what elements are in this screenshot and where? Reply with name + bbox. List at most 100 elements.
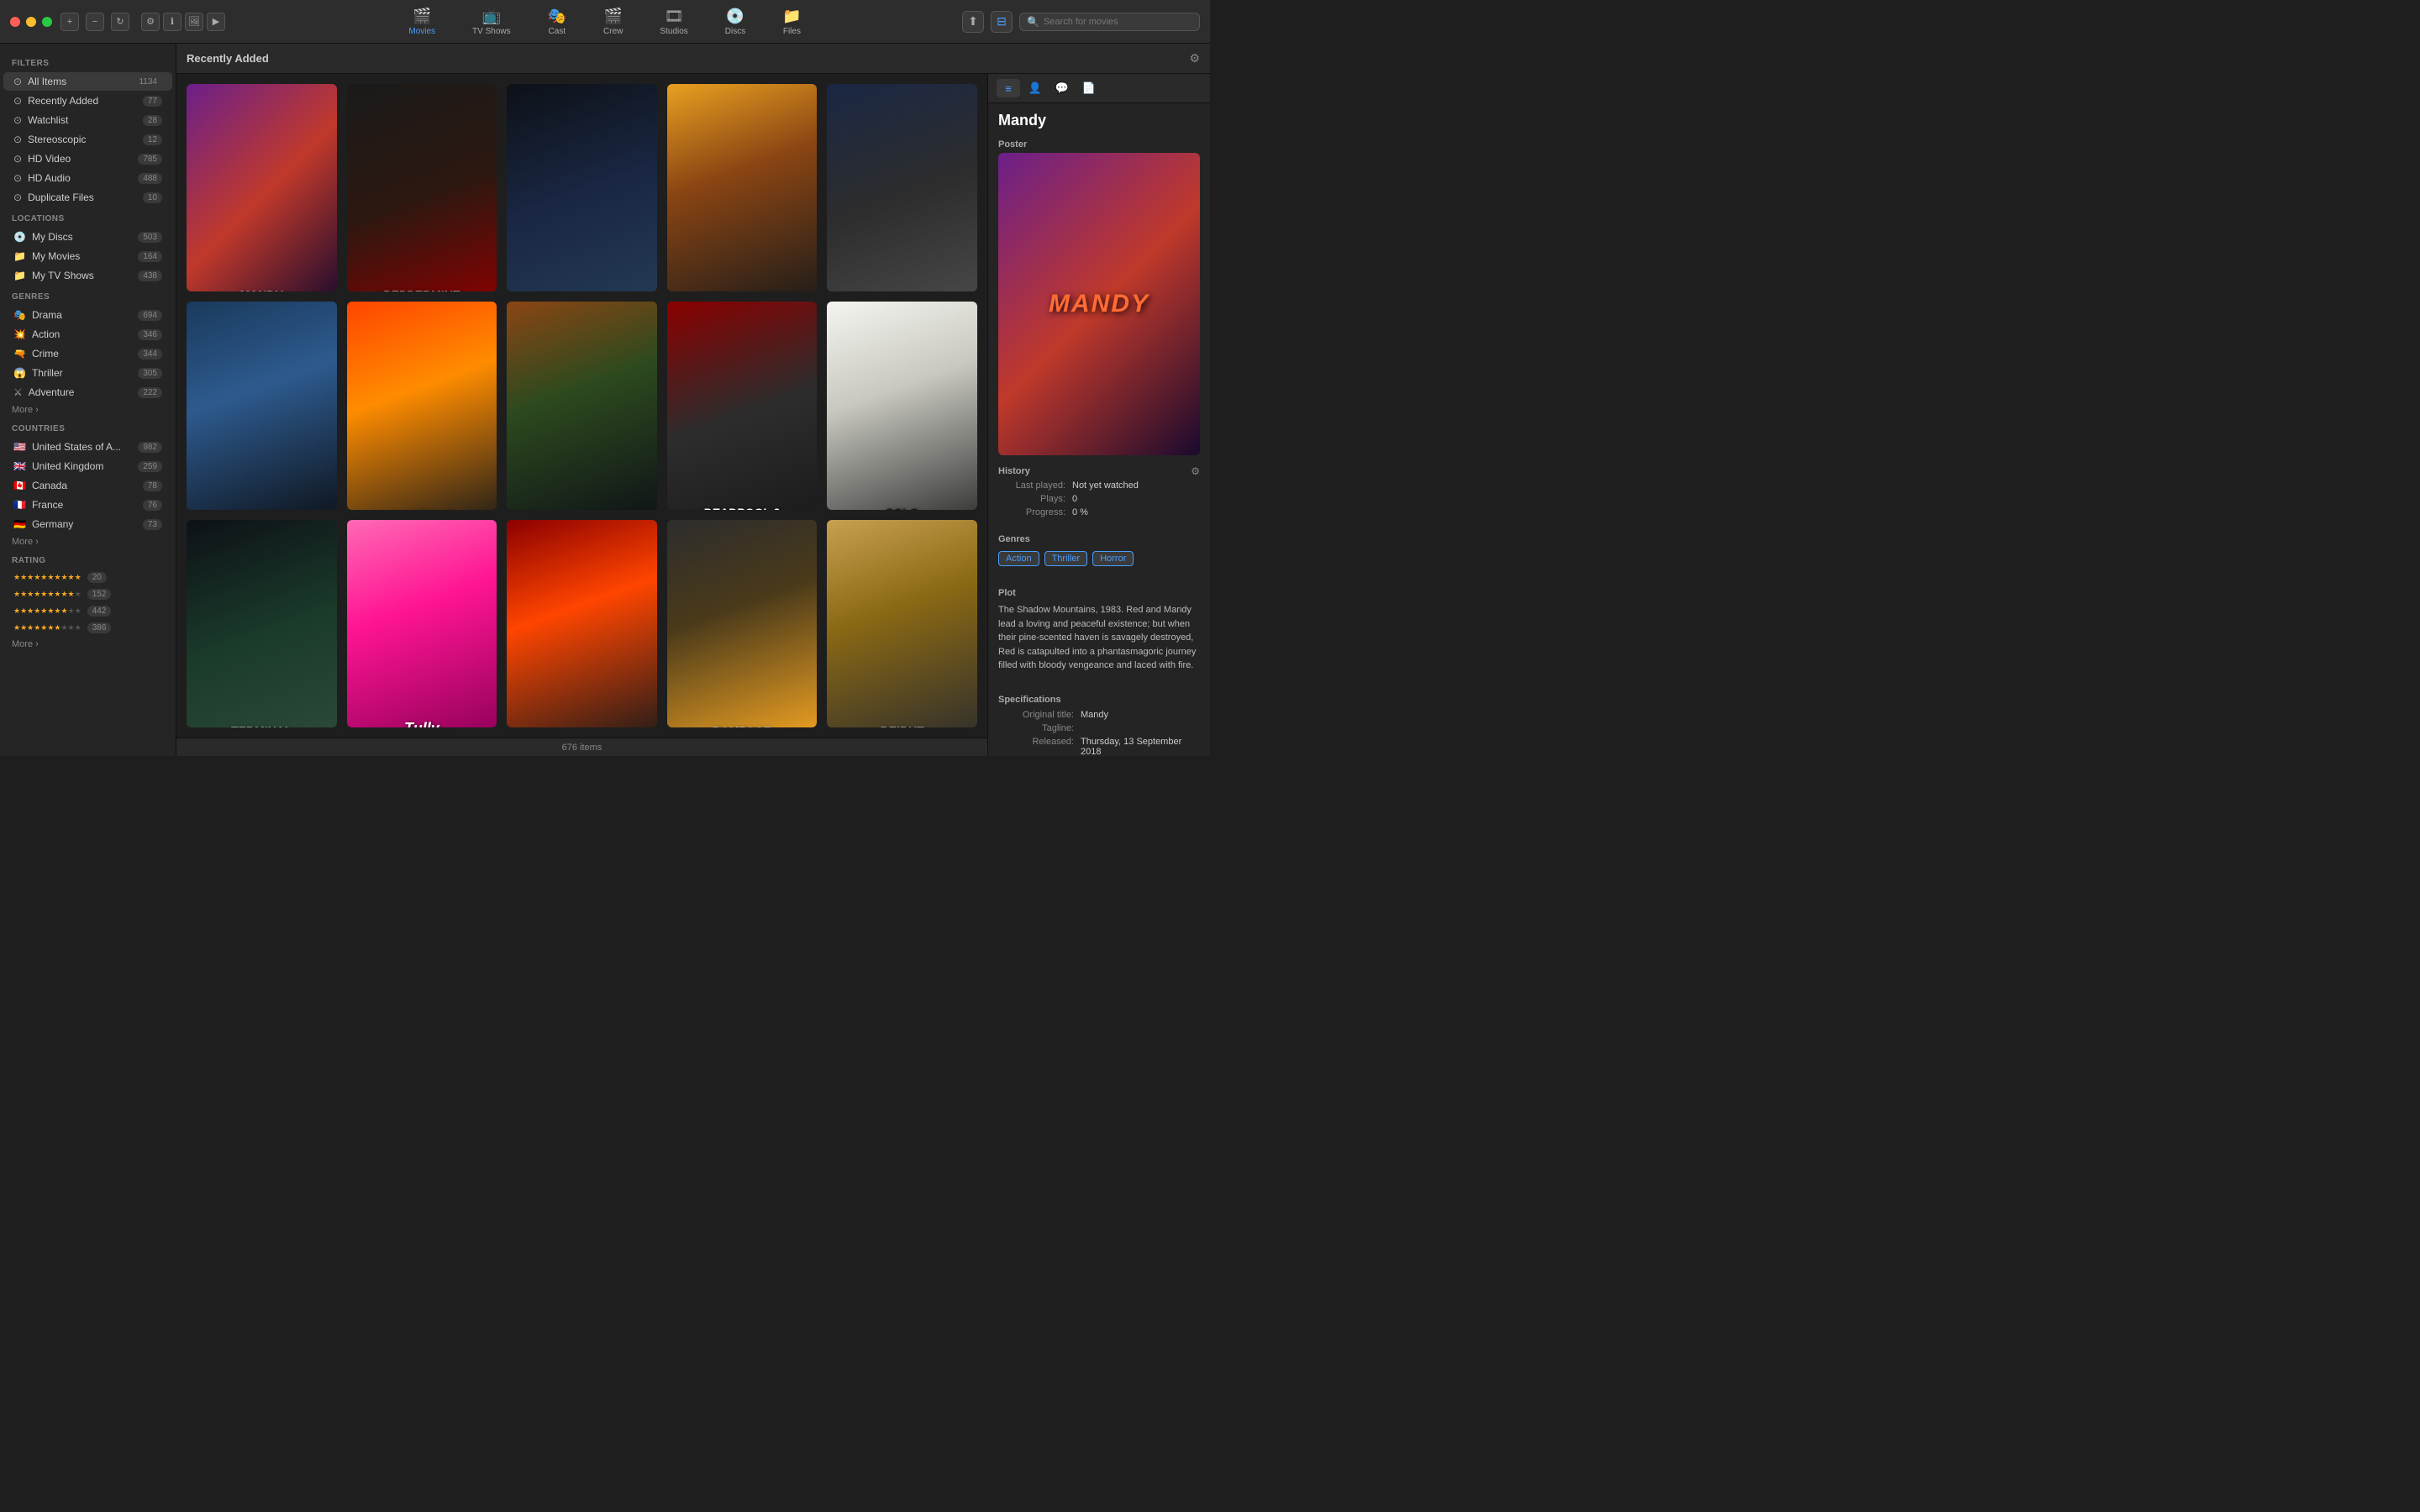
all-items-icon: ⊙ xyxy=(13,76,22,87)
genres-more[interactable]: More › xyxy=(0,402,176,417)
close-button[interactable] xyxy=(10,17,20,27)
history-section: Last played: Not yet watched Plays: 0 Pr… xyxy=(988,479,1210,519)
sidebar-item-watchlist[interactable]: ⊙ Watchlist 28 xyxy=(3,111,172,129)
rating-item-7[interactable]: ★★★★★★★★★★ 386 xyxy=(3,620,172,636)
movie-poster-incredibles: Incredibles 2 xyxy=(347,302,497,509)
detail-tab-chat[interactable]: 💬 xyxy=(1050,79,1074,97)
watchlist-count: 28 xyxy=(143,115,162,126)
movies-icon: 🎬 xyxy=(413,8,431,25)
sidebar-item-germany[interactable]: 🇩🇪 Germany 73 xyxy=(3,515,172,533)
movie-card-deadpool[interactable]: DEADPOOL 2 Deadpool 2 ★★★★★★★ xyxy=(667,302,818,509)
recently-added-count: 77 xyxy=(143,96,162,107)
content-gear-icon[interactable]: ⚙ xyxy=(1189,51,1200,66)
sidebar-item-adventure[interactable]: ⚔ Adventure 222 xyxy=(3,383,172,402)
canada-flag: 🇨🇦 xyxy=(13,480,26,491)
discs-icon: 💿 xyxy=(726,8,744,25)
play-button[interactable]: ▶ xyxy=(207,13,225,31)
info-button[interactable]: ℹ xyxy=(163,13,182,31)
rating-item-10[interactable]: ★★★★★★★★★★ 20 xyxy=(3,570,172,585)
movie-card-incredibles[interactable]: Incredibles 2 Incredibles 2 ★★★★★★★ xyxy=(347,302,497,509)
movie-card-terminal[interactable]: TERMINAL Terminal ★★★★★★ xyxy=(187,520,337,727)
sidebar-item-my-tv-shows[interactable]: 📁 My TV Shows 438 xyxy=(3,266,172,285)
share-button[interactable]: ⬆ xyxy=(962,11,984,33)
movie-poster-silver-lake: UNDER THE SILVER LAKE xyxy=(187,302,337,509)
movie-poster-peppermint: PEPPERMINT xyxy=(347,84,497,291)
tab-cast[interactable]: 🎭 Cast xyxy=(529,4,585,39)
sidebar-item-all-items[interactable]: ⊙ All Items 1134 xyxy=(3,72,172,91)
tab-discs[interactable]: 💿 Discs xyxy=(707,4,764,39)
detail-tab-info[interactable]: ≡ xyxy=(997,79,1020,97)
sidebar-item-recently-added[interactable]: ⊙ Recently Added 77 xyxy=(3,92,172,110)
rating-more[interactable]: More › xyxy=(0,637,176,652)
tab-files[interactable]: 📁 Files xyxy=(764,4,819,39)
movie-card-tully[interactable]: Tully Tully ★★★★★★★ xyxy=(347,520,497,727)
france-flag: 🇫🇷 xyxy=(13,499,26,511)
crime-label: Crime xyxy=(32,348,132,360)
rating-item-9[interactable]: ★★★★★★★★★★ 152 xyxy=(3,586,172,602)
tab-crew[interactable]: 🎬 Crew xyxy=(585,4,641,39)
sidebar-item-action[interactable]: 💥 Action 346 xyxy=(3,325,172,344)
movie-card-silver-lake[interactable]: UNDER THE SILVER LAKE Under the Silver L… xyxy=(187,302,337,509)
search-icon: 🔍 xyxy=(1027,16,1039,28)
titlebar-right: ⬆ ⊟ 🔍 xyxy=(962,11,1200,33)
minimize-button[interactable] xyxy=(26,17,36,27)
nav-tabs: 🎬 Movies 📺 TV Shows 🎭 Cast 🎬 Crew 🎞 Stud… xyxy=(390,4,819,39)
rating-item-8[interactable]: ★★★★★★★★★★ 442 xyxy=(3,603,172,619)
image-button[interactable]: 🖼 xyxy=(185,13,203,31)
sidebar-item-usa[interactable]: 🇺🇸 United States of A... 982 xyxy=(3,438,172,456)
genre-badge-action[interactable]: Action xyxy=(998,551,1039,566)
maximize-button[interactable] xyxy=(42,17,52,27)
movie-card-jurassic[interactable]: JURASSIC WORLD FALLEN KINGDOM Jurassic W… xyxy=(507,302,657,509)
plays-row: Plays: 0 xyxy=(998,492,1200,506)
movie-card-mandy[interactable]: MANDY Mandy ★★★★★★★★ xyxy=(187,84,337,291)
detail-tab-cast[interactable]: 👤 xyxy=(1023,79,1047,97)
sidebar-item-my-discs[interactable]: 💿 My Discs 503 xyxy=(3,228,172,246)
movie-card-avengers[interactable]: AVENGERS INFINITY WAR Avengers: Infinity… xyxy=(507,520,657,727)
sidebar-item-my-movies[interactable]: 📁 My Movies 164 xyxy=(3,247,172,265)
hd-video-count: 785 xyxy=(138,154,162,165)
sidebar-item-uk[interactable]: 🇬🇧 United Kingdom 259 xyxy=(3,457,172,475)
settings-button[interactable]: ⚙ xyxy=(141,13,160,31)
sidebar-item-hd-video[interactable]: ⊙ HD Video 785 xyxy=(3,150,172,168)
remove-button[interactable]: − xyxy=(86,13,104,31)
filter-button[interactable]: ⊟ xyxy=(991,11,1013,33)
rating-title: Rating xyxy=(0,549,176,569)
sidebar-item-crime[interactable]: 🔫 Crime 344 xyxy=(3,344,172,363)
movie-poster-avengers: AVENGERS INFINITY WAR xyxy=(507,520,657,727)
uk-count: 259 xyxy=(138,461,162,472)
action-icons: ⚙ ℹ 🖼 ▶ xyxy=(141,13,225,31)
add-button[interactable]: + xyxy=(60,13,79,31)
stereoscopic-label: Stereoscopic xyxy=(28,134,137,145)
sidebar-item-france[interactable]: 🇫🇷 France 76 xyxy=(3,496,172,514)
original-title-row: Original title: Mandy xyxy=(988,708,1210,722)
history-gear-icon[interactable]: ⚙ xyxy=(1191,465,1200,477)
movie-card-dark-hall[interactable]: DOWN A DARK HALL Down a Dark Hall ★★★★★★ xyxy=(507,84,657,291)
sidebar-item-canada[interactable]: 🇨🇦 Canada 78 xyxy=(3,476,172,495)
movie-card-equalizer[interactable]: THE EQUALIZER 2 The Equalizer 2 ★★★★★★★★ xyxy=(667,84,818,291)
poster-overlay: MANDY xyxy=(998,153,1200,455)
tab-studios[interactable]: 🎞 Studios xyxy=(641,4,706,39)
movie-grid: MANDY Mandy ★★★★★★★★ PEPPERMINT xyxy=(176,74,987,738)
tab-movies[interactable]: 🎬 Movies xyxy=(390,4,454,39)
movie-card-solo[interactable]: SOLO Solo: A Star Wars Story ★★★★★★ xyxy=(827,302,977,509)
sidebar-item-duplicate-files[interactable]: ⊙ Duplicate Files 10 xyxy=(3,188,172,207)
refresh-button[interactable]: ↻ xyxy=(111,13,129,31)
search-input[interactable] xyxy=(1044,17,1192,27)
duplicate-label: Duplicate Files xyxy=(28,192,137,203)
countries-more[interactable]: More › xyxy=(0,534,176,549)
titlebar: + − ↻ ⚙ ℹ 🖼 ▶ 🎬 Movies 📺 TV Shows 🎭 Cast… xyxy=(0,0,1210,44)
movie-card-rampage[interactable]: RAMPAGE Rampage ★★★★★★ xyxy=(667,520,818,727)
sidebar-item-stereoscopic[interactable]: ⊙ Stereoscopic 12 xyxy=(3,130,172,149)
sidebar-item-hd-audio[interactable]: ⊙ HD Audio 488 xyxy=(3,169,172,187)
france-count: 76 xyxy=(143,500,162,511)
genre-badge-thriller[interactable]: Thriller xyxy=(1044,551,1088,566)
sidebar-item-thriller[interactable]: 😱 Thriller 305 xyxy=(3,364,172,382)
movie-card-beirut[interactable]: BEIRUT Beirut ★★★★★★★ xyxy=(827,520,977,727)
genre-badge-horror[interactable]: Horror xyxy=(1092,551,1134,566)
movie-card-sicario[interactable]: SICARIO 2: DAY OF THE SOLDADO Sicario: D… xyxy=(827,84,977,291)
movie-card-peppermint[interactable]: PEPPERMINT Peppermint ★★★★★★ xyxy=(347,84,497,291)
tab-tv-shows[interactable]: 📺 TV Shows xyxy=(454,4,529,39)
detail-tab-doc[interactable]: 📄 xyxy=(1077,79,1101,97)
sidebar-item-drama[interactable]: 🎭 Drama 694 xyxy=(3,306,172,324)
rating-count-9: 152 xyxy=(87,589,112,600)
